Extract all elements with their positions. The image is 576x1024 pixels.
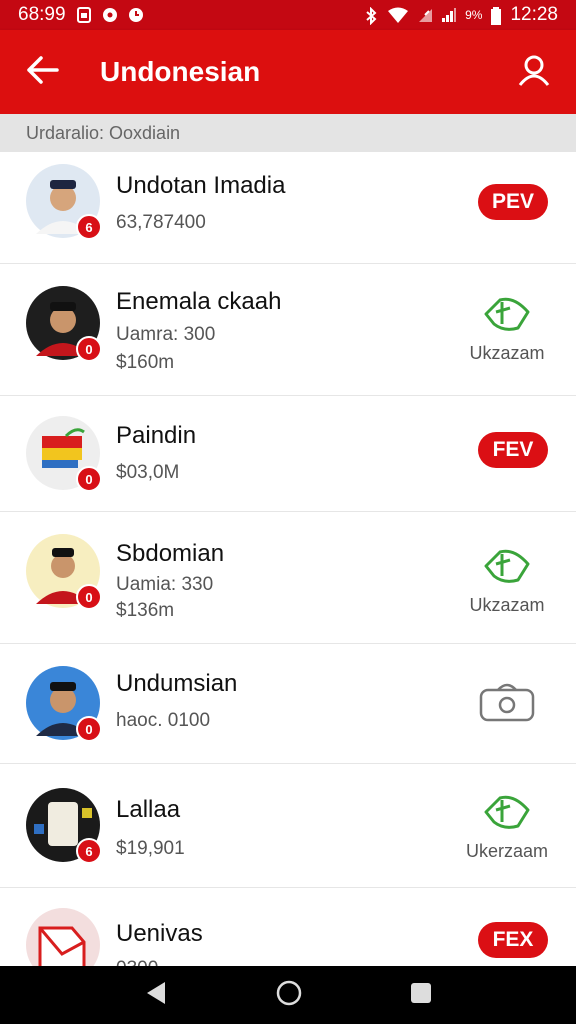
wifi-icon	[387, 7, 409, 23]
camera-button[interactable]	[464, 682, 550, 727]
status-badge: 0	[76, 466, 102, 492]
list-item[interactable]: Uenivas 0300 FEX	[0, 888, 576, 966]
list-item[interactable]: 6 Undotan Imadia 63,787400 PEV	[0, 152, 576, 264]
item-detail: 0300	[116, 958, 158, 966]
avatar: 0	[26, 286, 102, 362]
item-name: Sbdomian	[116, 540, 225, 567]
avatar	[26, 908, 100, 966]
list-item[interactable]: 0 Enemala ckaah Uamra: 300 $160m Ukzazam	[0, 264, 576, 396]
action-label: Ukzazam	[469, 595, 545, 615]
leaf-icon	[482, 549, 532, 590]
avatar: 0	[26, 534, 102, 610]
list-item[interactable]: 0 Undumsian haoc. 0100	[0, 644, 576, 764]
item-detail: Uamia: 330	[116, 574, 214, 595]
status-badge: 0	[76, 584, 102, 610]
item-name: Enemala ckaah	[116, 288, 282, 315]
camera-icon	[478, 683, 536, 726]
nav-recents-button[interactable]	[409, 981, 433, 1010]
list-item[interactable]: 0 Paindin $03,0M FEV	[0, 396, 576, 512]
square-recents-icon	[411, 982, 431, 1003]
nav-home-button[interactable]	[275, 979, 303, 1012]
action-pill-button[interactable]: PEV	[478, 184, 548, 220]
sim-icon	[76, 7, 92, 23]
leaf-icon	[482, 795, 532, 836]
item-detail: Uamra: 300	[116, 324, 216, 345]
item-amount: $136m	[116, 600, 175, 621]
back-button[interactable]	[0, 30, 84, 114]
leaf-icon	[482, 297, 532, 338]
status-badge: 6	[76, 838, 102, 864]
battery-percent: 9%	[465, 8, 483, 22]
avatar: 0	[26, 416, 102, 492]
profile-button[interactable]	[492, 30, 576, 114]
status-badge: 0	[76, 716, 102, 742]
signal-icon	[441, 7, 457, 23]
item-name: Uenivas	[116, 920, 203, 947]
system-nav-bar	[0, 966, 576, 1024]
item-detail: haoc. 0100	[116, 710, 211, 731]
circle-home-icon	[276, 980, 302, 1005]
avatar: 6	[26, 164, 102, 240]
triangle-back-icon	[147, 981, 165, 1004]
item-detail: 63,787400	[116, 212, 206, 233]
action-label: Ukzazam	[469, 343, 545, 363]
list-item[interactable]: 0 Sbdomian Uamia: 330 $136m Ukzazam	[0, 512, 576, 644]
item-detail: $03,0M	[116, 462, 180, 483]
action-pill-button[interactable]: FEV	[478, 432, 548, 468]
list-subheader: Urdaralio: Ooxdiain	[0, 114, 576, 152]
contact-list: 6 Undotan Imadia 63,787400 PEV 0 Enemala…	[0, 152, 576, 966]
status-badge: 0	[76, 336, 102, 362]
status-clock: 12:28	[510, 4, 558, 25]
item-name: Undotan Imadia	[116, 172, 286, 199]
avatar: 0	[26, 666, 102, 742]
data-icon	[417, 7, 433, 23]
page-title: Undonesian	[100, 56, 261, 87]
action-pill-button[interactable]: FEX	[478, 922, 548, 958]
item-amount: $160m	[116, 352, 175, 373]
action-label: Ukerzaam	[465, 841, 549, 861]
avatar: 6	[26, 788, 102, 864]
exchange-action[interactable]: Ukzazam	[464, 546, 550, 616]
battery-icon	[490, 7, 502, 25]
arrow-left-icon	[25, 55, 59, 90]
nav-back-button[interactable]	[143, 980, 169, 1011]
item-name: Paindin	[116, 422, 197, 449]
exchange-action[interactable]: Ukzazam	[464, 294, 550, 364]
item-name: Undumsian	[116, 670, 238, 697]
list-item[interactable]: 6 Lallaa $19,901 Ukerzaam	[0, 764, 576, 888]
alarm-icon	[128, 7, 144, 23]
person-icon	[517, 53, 551, 92]
item-detail: $19,901	[116, 838, 185, 859]
item-name: Lallaa	[116, 796, 181, 823]
media-icon	[102, 7, 118, 23]
exchange-action[interactable]: Ukerzaam	[464, 792, 550, 862]
app-bar: Undonesian	[0, 30, 576, 114]
status-time: 68:99	[18, 4, 66, 25]
status-bar: 68:99 9% 12:28	[0, 0, 576, 30]
bluetooth-icon	[363, 6, 379, 26]
status-badge: 6	[76, 214, 102, 240]
